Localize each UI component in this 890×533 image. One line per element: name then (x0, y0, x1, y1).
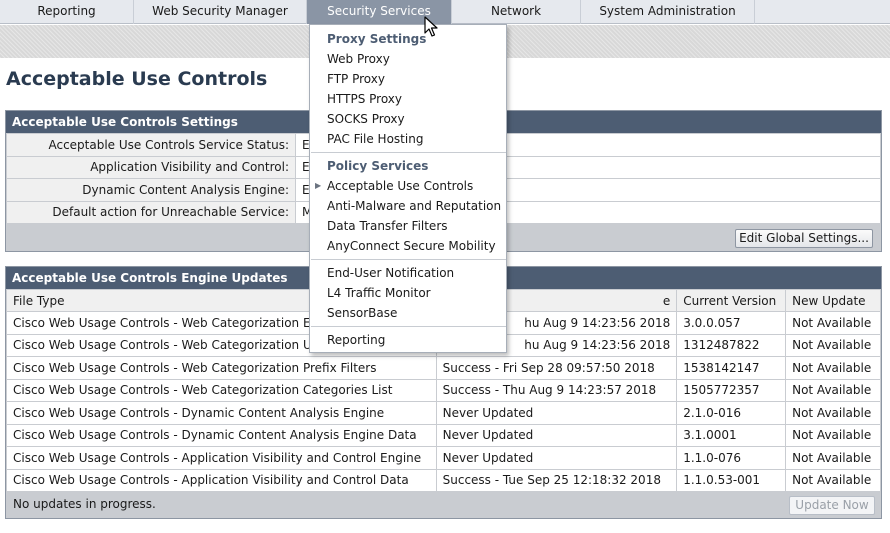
update-status-text: No updates in progress. (13, 497, 156, 511)
menu-item-acceptable-use-controls[interactable]: Acceptable Use Controls (327, 179, 473, 193)
new-update-cell: Not Available (785, 401, 881, 425)
column-header-current-version: Current Version (676, 289, 787, 312)
version-cell: 3.1.0001 (676, 423, 787, 447)
last-update-cell: Success - Tue Sep 25 12:18:32 2018 (435, 468, 678, 492)
tab-reporting[interactable]: Reporting (0, 0, 134, 24)
new-update-cell: Not Available (785, 446, 881, 470)
version-cell: 1.1.0-076 (676, 446, 787, 470)
last-update-cell: Success - Fri Sep 28 09:57:50 2018 (435, 356, 678, 380)
menu-separator (311, 326, 506, 327)
version-cell: 1.1.0.53-001 (676, 468, 787, 492)
menu-item-reporting[interactable]: Reporting (327, 333, 385, 347)
file-type-cell: Cisco Web Usage Controls - Web Categoriz… (6, 378, 437, 402)
new-update-cell: Not Available (785, 378, 881, 402)
menu-item-data-transfer-filters[interactable]: Data Transfer Filters (327, 219, 448, 233)
last-update-cell: Never Updated (435, 423, 678, 447)
table-row: Cisco Web Usage Controls - Web Categoriz… (6, 356, 881, 380)
edit-global-settings-button[interactable]: Edit Global Settings... (735, 229, 873, 248)
menu-item-https-proxy[interactable]: HTTPS Proxy (327, 92, 402, 106)
update-now-button[interactable]: Update Now (789, 496, 875, 515)
tab-system-administration[interactable]: System Administration (581, 0, 755, 24)
mouse-pointer-icon (424, 16, 438, 37)
version-cell: 2.1.0-016 (676, 401, 787, 425)
table-row: Cisco Web Usage Controls - Web Categoriz… (6, 378, 881, 402)
setting-label: Dynamic Content Analysis Engine: (6, 178, 296, 202)
setting-label: Acceptable Use Controls Service Status: (6, 133, 296, 157)
new-update-cell: Not Available (785, 333, 881, 357)
file-type-cell: Cisco Web Usage Controls - Dynamic Conte… (6, 401, 437, 425)
top-navigation: Reporting Web Security Manager Security … (0, 0, 890, 24)
menu-separator (311, 259, 506, 260)
menu-item-anyconnect-secure-mobility[interactable]: AnyConnect Secure Mobility (327, 239, 496, 253)
tab-network[interactable]: Network (452, 0, 581, 24)
last-update-cell: Never Updated (435, 446, 678, 470)
last-update-cell: Success - Thu Aug 9 14:23:57 2018 (435, 378, 678, 402)
column-header-new-update: New Update (785, 289, 881, 312)
menu-item-l4-traffic-monitor[interactable]: L4 Traffic Monitor (327, 286, 431, 300)
menu-item-socks-proxy[interactable]: SOCKS Proxy (327, 112, 405, 126)
setting-label: Application Visibility and Control: (6, 155, 296, 179)
page-title: Acceptable Use Controls (6, 68, 268, 90)
file-type-cell: Cisco Web Usage Controls - Web Categoriz… (6, 356, 437, 380)
table-row: Cisco Web Usage Controls - Dynamic Conte… (6, 401, 881, 425)
file-type-cell: Cisco Web Usage Controls - Dynamic Conte… (6, 423, 437, 447)
new-update-cell: Not Available (785, 356, 881, 380)
table-row: Cisco Web Usage Controls - Application V… (6, 446, 881, 470)
setting-label: Default action for Unreachable Service: (6, 200, 296, 224)
menu-item-end-user-notification[interactable]: End-User Notification (327, 266, 454, 280)
menu-item-sensorbase[interactable]: SensorBase (327, 306, 397, 320)
version-cell: 1538142147 (676, 356, 787, 380)
last-update-cell: Never Updated (435, 401, 678, 425)
table-row: Cisco Web Usage Controls - Dynamic Conte… (6, 423, 881, 447)
security-services-dropdown-menu: Proxy Settings Web Proxy FTP Proxy HTTPS… (309, 24, 507, 353)
engine-updates-footer: No updates in progress. Update Now (6, 492, 881, 520)
menu-item-web-proxy[interactable]: Web Proxy (327, 52, 390, 66)
new-update-cell: Not Available (785, 423, 881, 447)
new-update-cell: Not Available (785, 468, 881, 492)
file-type-cell: Cisco Web Usage Controls - Application V… (6, 468, 437, 492)
file-type-cell: Cisco Web Usage Controls - Application V… (6, 446, 437, 470)
version-cell: 1312487822 (676, 333, 787, 357)
menu-item-anti-malware-and-reputation[interactable]: Anti-Malware and Reputation (327, 199, 501, 213)
table-row: Cisco Web Usage Controls - Application V… (6, 468, 881, 492)
new-update-cell: Not Available (785, 311, 881, 335)
menu-heading-proxy-settings: Proxy Settings (327, 32, 427, 46)
menu-heading-policy-services: Policy Services (327, 159, 429, 173)
triangle-right-icon: ▶ (315, 181, 322, 190)
version-cell: 3.0.0.057 (676, 311, 787, 335)
menu-item-pac-file-hosting[interactable]: PAC File Hosting (327, 132, 423, 146)
tab-web-security-manager[interactable]: Web Security Manager (134, 0, 307, 24)
menu-separator (311, 152, 506, 153)
menu-item-ftp-proxy[interactable]: FTP Proxy (327, 72, 385, 86)
version-cell: 1505772357 (676, 378, 787, 402)
